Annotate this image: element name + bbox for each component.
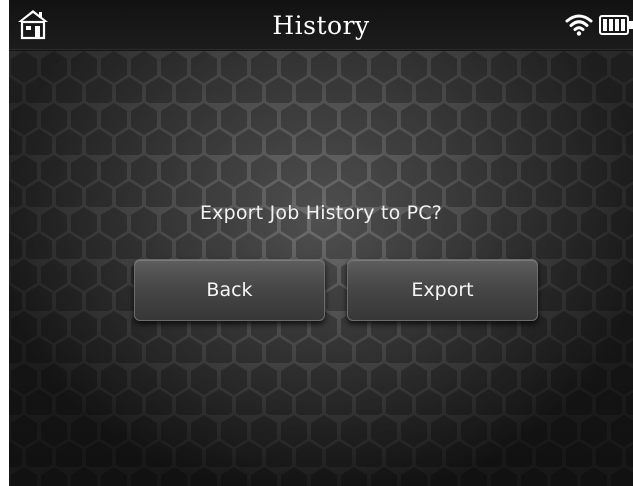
dialog-area: Export Job History to PC? Back Export xyxy=(9,51,633,486)
back-button[interactable]: Back xyxy=(134,259,325,321)
export-prompt-text: Export Job History to PC? xyxy=(199,202,443,224)
export-button-label: Export xyxy=(411,279,474,301)
back-button-label: Back xyxy=(206,279,253,301)
printer-screen: History Export Job History to PC? Back E… xyxy=(9,0,633,486)
wifi-icon xyxy=(565,14,593,36)
screen-title: History xyxy=(272,11,370,40)
status-bar: History xyxy=(9,0,633,50)
battery-icon xyxy=(599,15,633,35)
export-button[interactable]: Export xyxy=(347,259,538,321)
